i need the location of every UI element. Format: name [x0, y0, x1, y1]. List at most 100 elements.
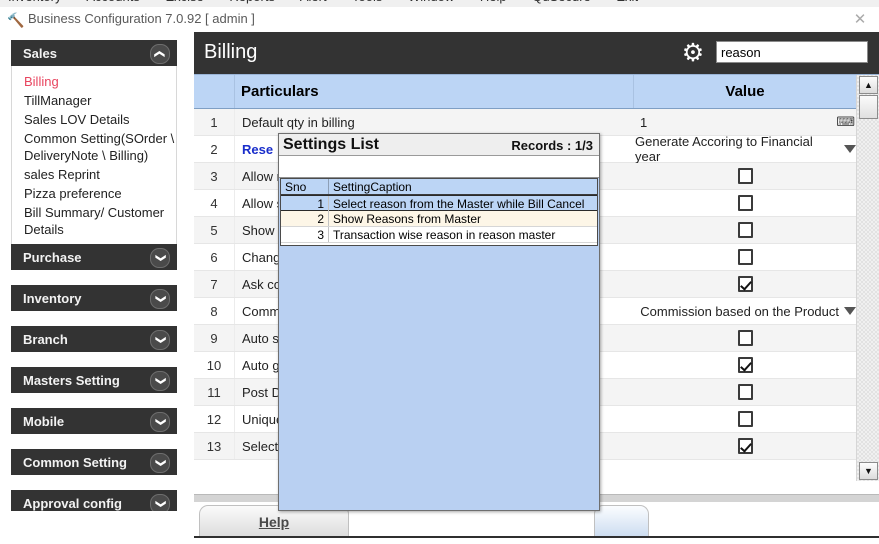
checkbox[interactable]	[738, 222, 753, 238]
sidebar-section-header-inventory[interactable]: Inventory ❯	[11, 285, 177, 311]
tab-help-label: Help	[259, 514, 289, 530]
row-sno: 7	[194, 271, 235, 297]
chevron-down-icon[interactable]: ❯	[150, 330, 170, 350]
checkbox[interactable]	[738, 330, 753, 346]
scrollbar-thumb[interactable]	[859, 95, 878, 119]
sidebar-section-sales: Sales ❯ Billing TillManager Sales LOV De…	[11, 40, 177, 246]
row-sno: 10	[194, 352, 235, 378]
row-sno: 1	[194, 109, 235, 135]
search-input[interactable]	[716, 41, 868, 63]
settings-item-sno: 3	[281, 227, 329, 242]
settings-item-sno: 2	[281, 211, 329, 226]
menu-item-help[interactable]: Help	[480, 0, 507, 4]
sidebar-item-pizza-preference[interactable]: Pizza preference	[24, 184, 176, 203]
sidebar-section-header-masters-setting[interactable]: Masters Setting ❯	[11, 367, 177, 393]
settings-dialog-records: Records : 1/3	[511, 138, 593, 153]
sidebar-section-title-approval-config: Approval config	[23, 496, 122, 511]
row-sno: 6	[194, 244, 235, 270]
row-sno: 9	[194, 325, 235, 351]
chevron-down-icon[interactable]: ❯	[150, 412, 170, 432]
menu-item-inventory[interactable]: Inventory	[8, 0, 61, 4]
chevron-down-icon[interactable]: ❯	[150, 248, 170, 268]
sidebar-item-bill-summary-customer[interactable]: Bill Summary/ Customer Details	[24, 203, 176, 239]
settings-dialog-header-row: Sno SettingCaption	[281, 179, 597, 195]
settings-list-item[interactable]: 2 Show Reasons from Master	[281, 211, 597, 227]
sidebar-section-header-common-setting[interactable]: Common Setting ❯	[11, 449, 177, 475]
vertical-scrollbar[interactable]: ▲ ▼	[856, 75, 879, 481]
settings-filter-input[interactable]	[280, 157, 596, 175]
main-header: Billing ⚙	[194, 32, 879, 74]
scroll-up-icon[interactable]: ▲	[859, 76, 878, 94]
chevron-down-icon[interactable]: ❯	[150, 453, 170, 473]
row-value	[635, 163, 856, 189]
sidebar-item-billing[interactable]: Billing	[24, 72, 176, 91]
sidebar-section-inventory: Inventory ❯	[11, 285, 177, 311]
menu-item-window[interactable]: Window	[408, 0, 454, 4]
scroll-down-icon[interactable]: ▼	[859, 462, 878, 480]
sidebar-section-mobile: Mobile ❯	[11, 408, 177, 434]
chevron-down-icon[interactable]: ❯	[150, 289, 170, 309]
grid-header-particulars: Particulars	[235, 75, 634, 108]
tools-icon: 🔨	[7, 12, 23, 28]
keyboard-icon[interactable]: ⌨	[836, 114, 855, 130]
close-icon[interactable]: ✕	[849, 10, 871, 30]
menu-item-alert[interactable]: Alert	[300, 0, 327, 4]
row-value	[635, 217, 856, 243]
settings-item-caption: Transaction wise reason in reason master	[329, 227, 597, 242]
checkbox[interactable]	[738, 384, 753, 400]
row-particulars: Default qty in billing	[242, 109, 634, 135]
chevron-down-icon[interactable]	[844, 145, 856, 153]
grid-header-value: Value	[634, 75, 856, 108]
sidebar-section-title-inventory: Inventory	[23, 291, 82, 306]
sidebar-section-header-sales[interactable]: Sales ❯	[11, 40, 177, 66]
sidebar-item-sales-lov-details[interactable]: Sales LOV Details	[24, 110, 176, 129]
sidebar-item-sales-reprint[interactable]: sales Reprint	[24, 165, 176, 184]
checkbox[interactable]	[738, 195, 753, 211]
settings-list-dialog[interactable]: Settings List Records : 1/3 Sno SettingC…	[278, 133, 600, 511]
row-value-text: Commission based on the Product	[640, 304, 839, 319]
menu-item-exit[interactable]: Exit	[616, 0, 638, 4]
row-value[interactable]: Commission based on the Product	[635, 298, 856, 324]
window-titlebar: 🔨 Business Configuration 7.0.92 [ admin …	[0, 7, 879, 32]
row-value	[635, 433, 856, 459]
checkbox[interactable]	[738, 168, 753, 184]
page-title: Billing	[204, 41, 257, 64]
row-sno: 8	[194, 298, 235, 324]
sidebar-section-purchase: Purchase ❯	[11, 244, 177, 270]
menu-item-excise[interactable]: Excise	[166, 0, 204, 4]
settings-dialog-titlebar: Settings List Records : 1/3	[279, 134, 599, 156]
checkbox[interactable]	[738, 249, 753, 265]
row-value	[635, 352, 856, 378]
chevron-down-icon[interactable]: ❯	[150, 371, 170, 391]
grid-header-row: Particulars Value	[194, 75, 856, 109]
menu-item-reports[interactable]: Reports	[229, 0, 275, 4]
row-value	[635, 190, 856, 216]
row-value[interactable]: Generate Accoring to Financial year	[635, 136, 856, 162]
chevron-up-icon[interactable]: ❯	[150, 44, 170, 64]
settings-dialog-filter-row[interactable]	[279, 156, 599, 178]
sidebar-section-masters-setting: Masters Setting ❯	[11, 367, 177, 393]
checkbox[interactable]	[738, 276, 753, 292]
settings-dialog-grid: Sno SettingCaption 1 Select reason from …	[280, 178, 598, 246]
settings-list-item[interactable]: 3 Transaction wise reason in reason mast…	[281, 227, 597, 243]
gear-icon[interactable]: ⚙	[679, 39, 707, 67]
menu-item-qusecure[interactable]: QuSecure	[532, 0, 591, 4]
sidebar-section-header-mobile[interactable]: Mobile ❯	[11, 408, 177, 434]
checkbox[interactable]	[738, 357, 753, 373]
settings-list-item[interactable]: 1 Select reason from the Master while Bi…	[281, 195, 597, 211]
table-row[interactable]: 1 Default qty in billing 1 ⌨	[194, 109, 856, 136]
chevron-down-icon[interactable]: ❯	[150, 494, 170, 511]
checkbox[interactable]	[738, 411, 753, 427]
tab-next[interactable]	[594, 505, 649, 537]
row-sno: 11	[194, 379, 235, 405]
sidebar-item-tillmanager[interactable]: TillManager	[24, 91, 176, 110]
checkbox[interactable]	[738, 438, 753, 454]
menu-item-accounts[interactable]: Accounts	[86, 0, 139, 4]
sidebar-section-header-purchase[interactable]: Purchase ❯	[11, 244, 177, 270]
menu-item-tools[interactable]: Tools	[352, 0, 382, 4]
sidebar-item-common-setting[interactable]: Common Setting(SOrder \ DeliveryNote \ B…	[24, 129, 176, 165]
chevron-down-icon[interactable]	[844, 307, 856, 315]
sidebar-section-approval-config: Approval config ❯	[11, 490, 177, 511]
sidebar-section-header-branch[interactable]: Branch ❯	[11, 326, 177, 352]
sidebar-section-header-approval-config[interactable]: Approval config ❯	[11, 490, 177, 511]
